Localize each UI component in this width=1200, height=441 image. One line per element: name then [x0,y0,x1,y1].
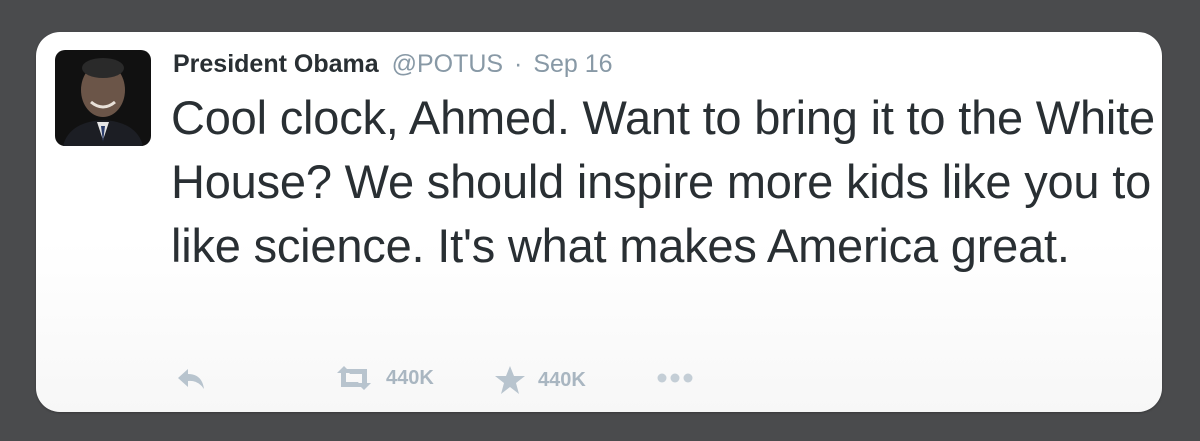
tweet-text: Cool clock, Ahmed. Want to bring it to t… [171,91,1155,272]
author-name[interactable]: President Obama [173,50,379,78]
retweet-count: 440K [386,366,434,389]
avatar[interactable] [55,50,151,146]
avatar-image [55,50,151,146]
tweet-card: President Obama @POTUS · Sep 16 Cool clo… [36,32,1162,412]
retweet-icon [337,366,371,390]
retweet-button[interactable]: 440K [334,365,434,391]
separator: · [514,50,523,78]
more-button[interactable] [654,365,696,391]
reply-button[interactable] [174,365,208,391]
favorite-count: 440K [538,368,586,391]
more-icon [657,373,693,383]
tweet-actions: 440K 440K [174,365,774,395]
reply-icon [178,369,204,389]
author-handle[interactable]: @POTUS [392,50,504,78]
tweet-date[interactable]: Sep 16 [533,50,612,78]
favorite-button[interactable]: 440K [494,365,586,395]
tweet-header: President Obama @POTUS · Sep 16 [173,49,613,79]
star-icon [495,366,525,394]
